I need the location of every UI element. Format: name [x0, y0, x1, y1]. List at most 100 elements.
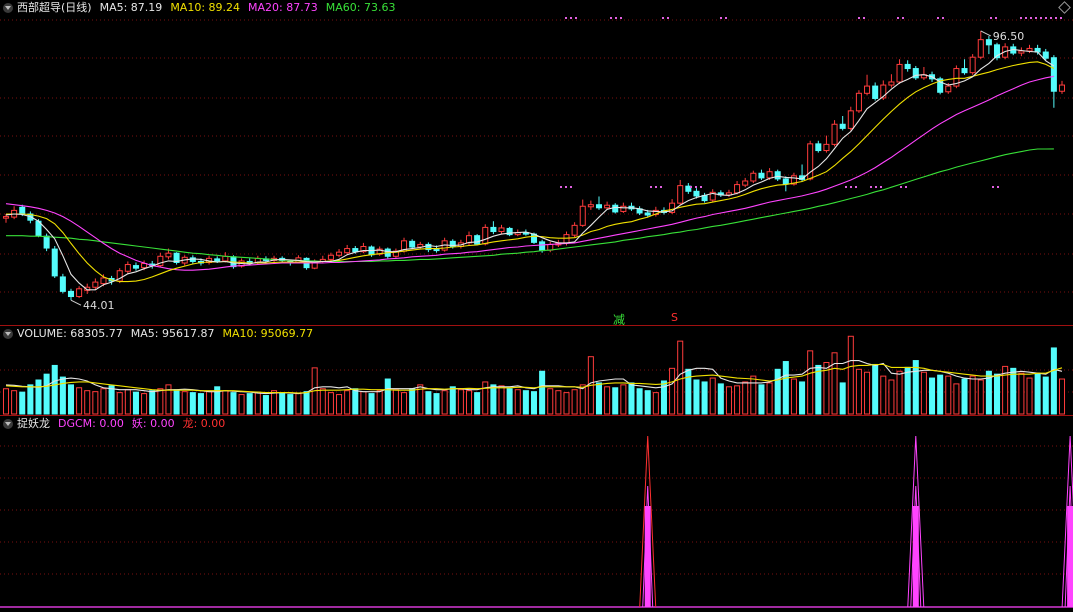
- volume-bar: [953, 383, 960, 415]
- mid-dot: [992, 186, 994, 188]
- volume-bar: [246, 393, 253, 415]
- top-dot: [937, 17, 939, 19]
- top-dot: [1040, 17, 1042, 19]
- candle-body: [327, 254, 334, 260]
- mid-dot: [870, 186, 872, 188]
- candle-body: [100, 277, 107, 285]
- volume-bar: [206, 391, 213, 415]
- chevron-down-icon[interactable]: [3, 419, 13, 429]
- candle-body: [336, 251, 343, 256]
- volume-bar: [530, 391, 538, 415]
- kline-pane[interactable]: 西部超导(日线) MA5: 87.19 MA10: 89.24 MA20: 87…: [0, 0, 1073, 327]
- volume-bar: [620, 384, 627, 415]
- volume-ma10-label: MA10: 95069.77: [222, 327, 314, 340]
- volume-bar: [937, 374, 944, 415]
- candle-body: [214, 258, 221, 262]
- volume-bar: [303, 391, 310, 415]
- mid-dot: [660, 186, 662, 188]
- volume-bar: [636, 388, 643, 415]
- volume-bar: [92, 391, 99, 415]
- volume-bar: [173, 389, 180, 415]
- candle-body: [864, 85, 871, 94]
- candle-body: [563, 234, 570, 244]
- top-dot: [1060, 17, 1062, 19]
- volume-bar: [539, 370, 546, 415]
- high-label: 96.50: [993, 30, 1025, 43]
- volume-bar: [774, 368, 781, 415]
- top-dot: [990, 17, 992, 19]
- kline-chart[interactable]: 96.50 44.01: [0, 0, 1073, 325]
- volume-bar: [742, 381, 749, 415]
- volume-bar: [912, 360, 919, 415]
- candle-body: [977, 39, 984, 58]
- candle-body: [815, 143, 822, 152]
- volume-bar: [465, 390, 473, 415]
- volume-bar: [59, 376, 66, 415]
- signal-s: S: [671, 311, 678, 324]
- volume-bar: [157, 388, 164, 415]
- candle-body: [904, 63, 911, 70]
- candle-body: [896, 63, 903, 83]
- mid-dot: [650, 186, 652, 188]
- volume-bar: [847, 335, 854, 415]
- candle-body: [490, 226, 497, 233]
- high-pointer: [980, 30, 991, 37]
- low-pointer: [70, 299, 82, 306]
- candle-body: [51, 248, 58, 277]
- indicator-chart[interactable]: [0, 416, 1073, 612]
- candle-body: [59, 276, 66, 292]
- volume-bar: [904, 366, 911, 415]
- top-dot: [720, 17, 722, 19]
- volume-bar: [287, 394, 294, 415]
- chevron-down-icon[interactable]: [3, 329, 13, 339]
- volume-bar: [839, 382, 846, 415]
- volume-bar: [993, 373, 1001, 415]
- indicator-header: 捉妖龙 DGCM: 0.00 妖: 0.00 龙: 0.00: [3, 417, 233, 431]
- candle-body: [677, 185, 684, 204]
- top-dot: [995, 17, 997, 19]
- volume-bar: [595, 382, 603, 415]
- kline-header: 西部超导(日线) MA5: 87.19 MA10: 89.24 MA20: 87…: [3, 1, 403, 15]
- top-dot: [1050, 17, 1052, 19]
- volume-bar: [490, 384, 497, 415]
- mid-dot: [700, 186, 702, 188]
- candle-body: [742, 180, 749, 186]
- mid-dot: [875, 186, 877, 188]
- candle-body: [1018, 50, 1025, 54]
- volume-bar: [474, 392, 481, 415]
- volume-bar: [734, 385, 741, 415]
- volume-bar: [344, 390, 351, 415]
- volume-bar: [506, 388, 513, 415]
- candle-body: [222, 255, 229, 262]
- volume-bar: [514, 389, 521, 415]
- volume-bar: [880, 375, 887, 415]
- candle-body: [831, 123, 838, 145]
- stock-title: 西部超导(日线): [17, 1, 92, 14]
- candle-body: [758, 172, 765, 179]
- volume-pane[interactable]: VOLUME: 68305.77 MA5: 95617.87 MA10: 950…: [0, 326, 1073, 415]
- candle-body: [19, 206, 26, 215]
- volume-header: VOLUME: 68305.77 MA5: 95617.87 MA10: 950…: [3, 327, 321, 341]
- volume-bar: [864, 371, 871, 415]
- ma10-line: [6, 61, 1055, 283]
- volume-bar: [815, 364, 822, 415]
- candle-body: [750, 172, 757, 182]
- volume-bar: [401, 392, 408, 415]
- indicator-pane[interactable]: 捉妖龙 DGCM: 0.00 妖: 0.00 龙: 0.00: [0, 416, 1073, 612]
- volume-bar: [19, 391, 26, 415]
- volume-bar: [831, 352, 838, 415]
- top-dot: [1045, 17, 1047, 19]
- volume-bar: [197, 393, 204, 415]
- volume-bar: [1026, 377, 1033, 415]
- ma5-label: MA5: 87.19: [99, 1, 163, 14]
- chevron-down-icon[interactable]: [3, 3, 13, 13]
- candle-body: [1042, 51, 1049, 59]
- volume-bar: [141, 393, 148, 415]
- mid-dot: [900, 186, 902, 188]
- volume-bar: [441, 390, 448, 415]
- volume-bar: [336, 394, 343, 415]
- volume-bar: [872, 363, 879, 415]
- volume-bar: [1034, 372, 1041, 415]
- volume-bar: [433, 393, 440, 415]
- volume-bar: [644, 390, 651, 415]
